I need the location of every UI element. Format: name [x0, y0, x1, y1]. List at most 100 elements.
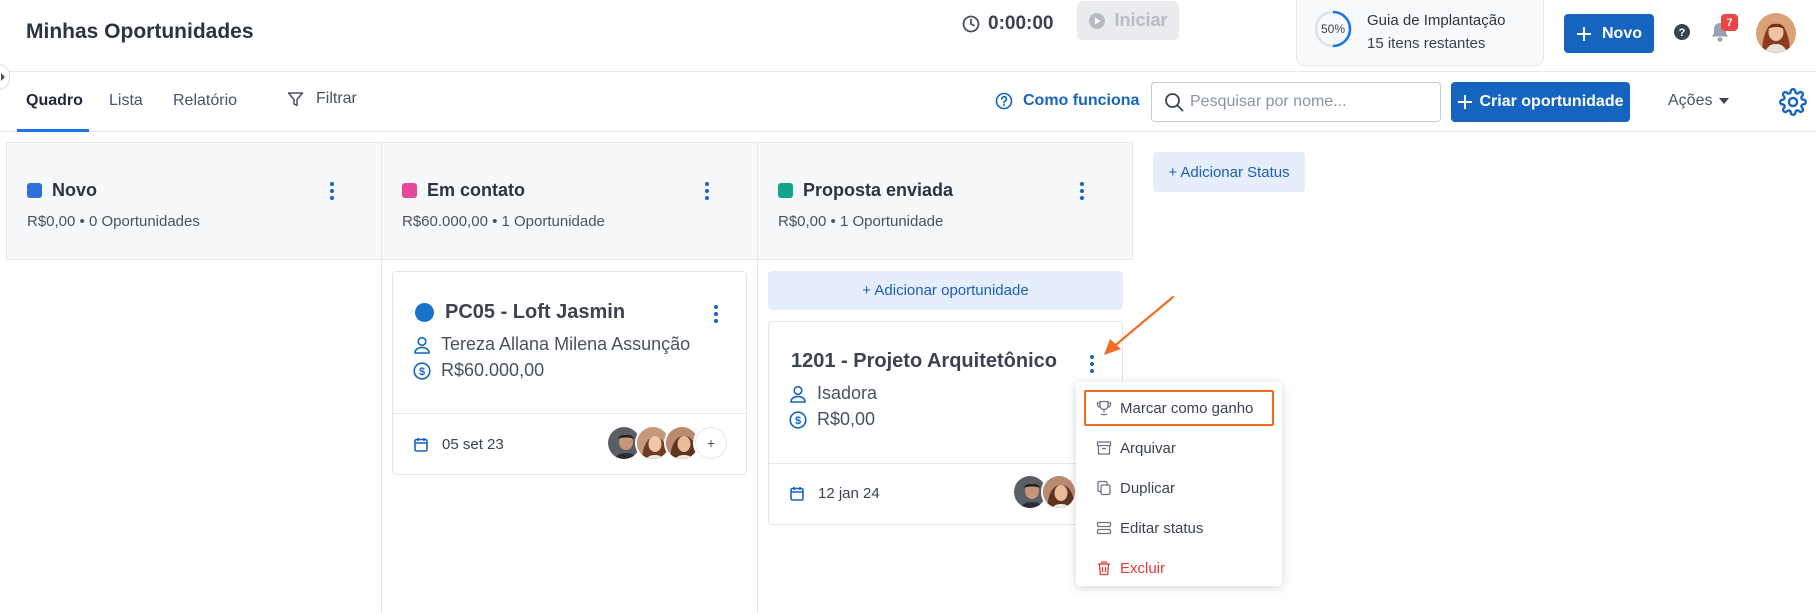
caret-down-icon [1718, 97, 1730, 105]
card-contact: Isadora [789, 383, 877, 404]
user-avatar[interactable] [1756, 13, 1796, 53]
start-timer-label: Iniciar [1114, 10, 1168, 30]
card-value-amount: R$60.000,00 [441, 360, 545, 380]
start-timer-button[interactable]: Iniciar [1077, 1, 1179, 40]
progress-label: 50% [1320, 22, 1346, 36]
filter-button[interactable]: Filtrar [287, 90, 357, 108]
help-circle-icon [995, 92, 1013, 110]
column-color-dot [27, 183, 42, 198]
copy-icon [1096, 480, 1112, 496]
column-title: Novo [52, 180, 97, 200]
card-contact: Tereza Allana Milena Assunção [413, 334, 690, 355]
card-date: 12 jan 24 [790, 485, 880, 502]
implementation-guide[interactable]: 50% Guia de Implantação 15 itens restant… [1296, 0, 1544, 66]
menu-item-duplicate[interactable]: Duplicar [1076, 468, 1282, 508]
guide-subtitle: 15 itens restantes [1367, 35, 1486, 52]
column-summary: R$60.000,00 • 1 Oportunidade [402, 213, 605, 230]
card-value: $ R$60.000,00 [413, 360, 544, 381]
card-title: PC05 - Loft Jasmin [445, 301, 626, 323]
timer: 0:00:00 [962, 8, 1054, 40]
column-header-proposta-enviada: Proposta enviada R$0,00 • 1 Oportunidade [757, 142, 1133, 260]
card-divider [393, 413, 746, 414]
svg-text:$: $ [419, 366, 425, 378]
card-date-text: 12 jan 24 [818, 485, 880, 502]
menu-item-label: Excluir [1120, 559, 1166, 577]
tab-lista[interactable]: Lista [109, 92, 143, 110]
dollar-icon: $ [413, 361, 431, 380]
notification-badge: 7 [1721, 14, 1738, 31]
how-it-works-link[interactable]: Como funciona [995, 92, 1139, 110]
guide-title: Guia de Implantação [1367, 12, 1506, 29]
calendar-icon [414, 437, 428, 452]
svg-text:?: ? [1679, 27, 1686, 39]
column-header-novo: Novo R$0,00 • 0 Oportunidades [6, 142, 382, 260]
highlight-box [1084, 390, 1274, 426]
trash-icon [1096, 560, 1112, 576]
column-color-dot [778, 183, 793, 198]
column-summary: R$0,00 • 0 Oportunidades [27, 213, 200, 230]
filter-label: Filtrar [316, 90, 357, 107]
card-contact-name: Isadora [817, 383, 878, 403]
opportunity-card[interactable]: PC05 - Loft Jasmin Tereza Allana Milena … [392, 271, 747, 475]
card-status-dot [415, 303, 434, 322]
dollar-icon: $ [789, 410, 807, 429]
calendar-icon [790, 486, 804, 501]
help-icon[interactable]: ? [1673, 23, 1691, 41]
timer-value: 0:00:00 [988, 13, 1054, 34]
column-title: Em contato [427, 180, 526, 200]
more-members-button[interactable]: + [693, 425, 729, 461]
column-color-dot [402, 183, 417, 198]
filter-icon [287, 91, 304, 108]
clock-icon [962, 15, 980, 33]
svg-text:$: $ [795, 415, 801, 427]
top-header: Minhas Oportunidades 0:00:00 Iniciar 50%… [0, 0, 1816, 72]
card-menu-icon[interactable] [1089, 354, 1095, 374]
create-opportunity-button[interactable]: Criar oportunidade [1451, 82, 1630, 122]
tab-quadro[interactable]: Quadro [26, 92, 83, 110]
column-menu-icon[interactable] [329, 181, 335, 201]
member-avatar[interactable] [1041, 474, 1077, 510]
add-status-button[interactable]: + Adicionar Status [1153, 152, 1305, 192]
person-icon [413, 336, 431, 354]
page-title: Minhas Oportunidades [26, 20, 254, 43]
card-value: $ R$0,00 [789, 409, 875, 430]
actions-dropdown[interactable]: Ações [1668, 92, 1730, 110]
add-opportunity-button[interactable]: + Adicionar oportunidade [768, 271, 1123, 310]
menu-item-label: Arquivar [1120, 439, 1176, 457]
annotation-arrow [1100, 292, 1180, 358]
play-icon [1088, 12, 1106, 30]
menu-item-label: Duplicar [1120, 479, 1176, 497]
card-contact-name: Tereza Allana Milena Assunção [441, 334, 691, 354]
person-icon [789, 385, 807, 403]
archive-icon [1096, 440, 1112, 456]
column-header-em-contato: Em contato R$60.000,00 • 1 Oportunidade [381, 142, 758, 260]
menu-item-archive[interactable]: Arquivar [1076, 428, 1282, 468]
view-toolbar: Quadro Lista Relatório Filtrar Como func… [0, 72, 1816, 132]
card-divider [769, 463, 1122, 464]
plus-icon [1457, 94, 1473, 110]
active-tab-indicator [17, 129, 89, 132]
settings-gear-icon[interactable] [1779, 88, 1807, 116]
status-icon [1096, 520, 1112, 536]
column-menu-icon[interactable] [704, 181, 710, 201]
column-title: Proposta enviada [803, 180, 954, 200]
menu-item-label: Editar status [1120, 519, 1204, 537]
card-title: 1201 - Projeto Arquitetônico [791, 350, 1057, 372]
card-menu-icon[interactable] [713, 304, 719, 324]
search-input[interactable] [1190, 93, 1430, 111]
menu-item-delete[interactable]: Excluir [1076, 548, 1282, 588]
search-box[interactable] [1151, 82, 1441, 122]
new-button-label: Novo [1602, 24, 1642, 42]
menu-item-edit-status[interactable]: Editar status [1076, 508, 1282, 548]
actions-label: Ações [1668, 92, 1713, 109]
column-summary: R$0,00 • 1 Oportunidade [778, 213, 944, 230]
column-menu-icon[interactable] [1079, 181, 1085, 201]
new-button[interactable]: Novo [1564, 14, 1654, 53]
card-value-amount: R$0,00 [817, 409, 876, 429]
create-opportunity-label: Criar oportunidade [1479, 93, 1624, 110]
card-date: 05 set 23 [414, 436, 504, 453]
plus-icon [1576, 26, 1592, 42]
how-it-works-label: Como funciona [1023, 92, 1140, 109]
tab-relatorio[interactable]: Relatório [173, 92, 237, 110]
opportunity-card[interactable]: 1201 - Projeto Arquitetônico Isadora $ R… [768, 321, 1123, 525]
